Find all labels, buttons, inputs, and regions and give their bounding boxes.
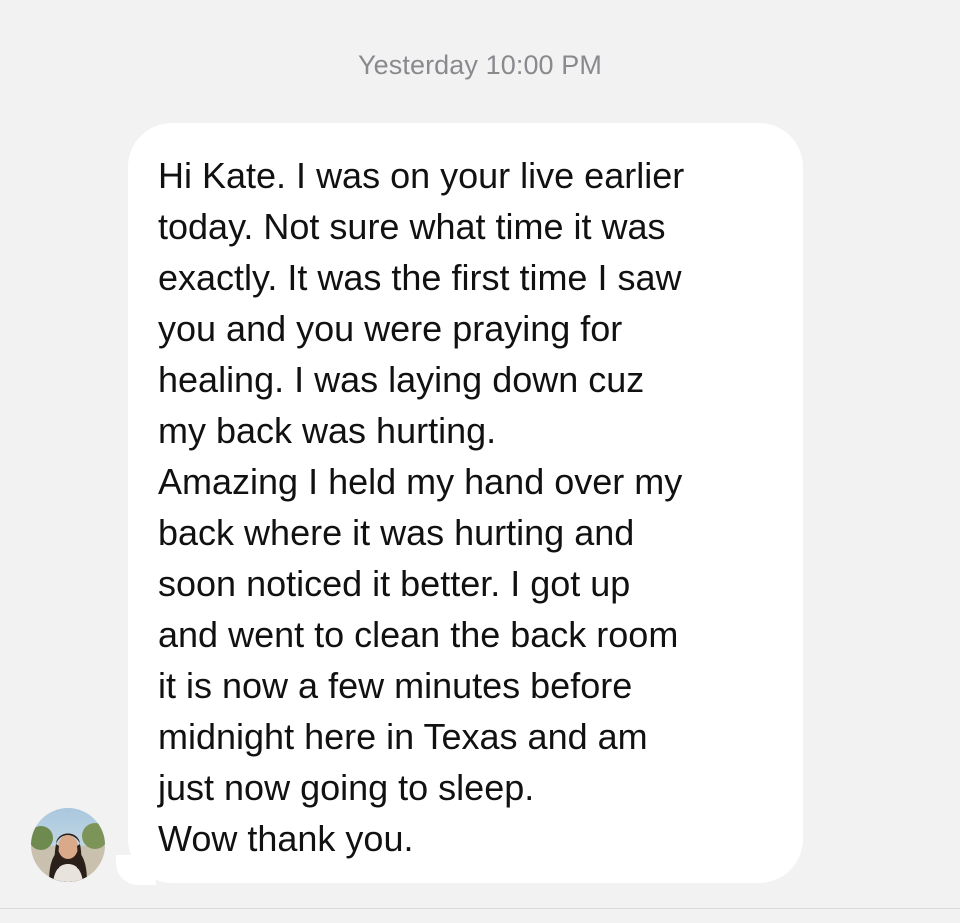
message-line: soon noticed it better. I got up: [158, 563, 631, 604]
message-line: Amazing I held my hand over my: [158, 461, 683, 502]
sender-avatar[interactable]: [31, 808, 105, 882]
incoming-message-bubble[interactable]: Hi Kate. I was on your live earlier toda…: [128, 123, 803, 883]
message-line: my back was hurting.: [158, 410, 497, 451]
message-line: just now going to sleep.: [158, 767, 535, 808]
message-line: back where it was hurting and: [158, 512, 635, 553]
message-line: you and you were praying for: [158, 308, 623, 349]
message-line: Hi Kate. I was on your live earlier: [158, 155, 685, 196]
message-line: and went to clean the back room: [158, 614, 679, 655]
message-line: exactly. It was the first time I saw: [158, 257, 682, 298]
message-text: Hi Kate. I was on your live earlier toda…: [158, 150, 783, 864]
message-timestamp: Yesterday 10:00 PM: [358, 50, 602, 80]
sender-avatar-photo-icon: [31, 808, 105, 882]
message-line: it is now a few minutes before: [158, 665, 633, 706]
message-line: Wow thank you.: [158, 818, 414, 859]
bottom-divider: [0, 908, 960, 909]
message-line: today. Not sure what time it was: [158, 206, 666, 247]
message-line: healing. I was laying down cuz: [158, 359, 645, 400]
message-line: midnight here in Texas and am: [158, 716, 648, 757]
